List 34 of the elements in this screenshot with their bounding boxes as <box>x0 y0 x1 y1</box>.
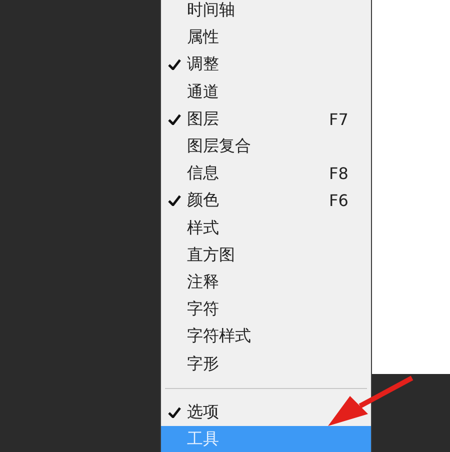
menu-item-label: 时间轴 <box>187 0 236 22</box>
menu-item[interactable]: 字符 <box>161 296 371 324</box>
menu-item-label: 字形 <box>187 354 220 375</box>
menu-item-label: 图层 <box>187 108 220 130</box>
menu-item[interactable]: 字形 <box>161 350 371 378</box>
menu-item-label: 图层复合 <box>187 136 252 158</box>
shortcut-text: F7 <box>329 110 350 129</box>
menu-item[interactable]: 字符样式 <box>161 323 371 350</box>
menu-item[interactable]: 时间轴 <box>161 0 371 24</box>
menu-item[interactable]: 通道 <box>161 78 371 106</box>
menu-item-label: 属性 <box>187 27 220 48</box>
menu-item[interactable]: 信息 F8 <box>161 160 371 188</box>
menu-item-label: 直方图 <box>187 244 236 266</box>
menu-item[interactable]: 属性 <box>161 24 371 52</box>
menu-item-label: 信息 <box>187 163 220 184</box>
menu-item[interactable]: 选项 <box>161 398 371 426</box>
menu-item[interactable]: 注释 <box>161 268 371 296</box>
menu-item-label: 字符样式 <box>187 326 252 348</box>
menu-item-label: 注释 <box>187 272 220 293</box>
menu-item[interactable]: 颜色 F6 <box>161 187 371 214</box>
menu-item-label: 字符 <box>187 299 220 320</box>
shortcut-text: F6 <box>329 191 350 210</box>
menu-item[interactable]: 图层 F7 <box>161 106 371 133</box>
menu-item-label: 工具 <box>187 428 220 450</box>
shortcut-text: F8 <box>329 164 350 184</box>
menu-item-label: 样式 <box>187 218 220 239</box>
menu-item-label: 选项 <box>187 402 220 423</box>
menu-item[interactable]: 调整 <box>161 51 371 79</box>
menu-item[interactable]: 样式 <box>161 214 371 242</box>
menu-item[interactable]: 图层复合 <box>161 132 371 160</box>
menu-item[interactable]: 直方图 <box>161 242 371 269</box>
menu-item-label: 通道 <box>187 82 220 103</box>
menu-item-label: 调整 <box>187 54 220 76</box>
menu-item-label: 颜色 <box>187 190 220 212</box>
